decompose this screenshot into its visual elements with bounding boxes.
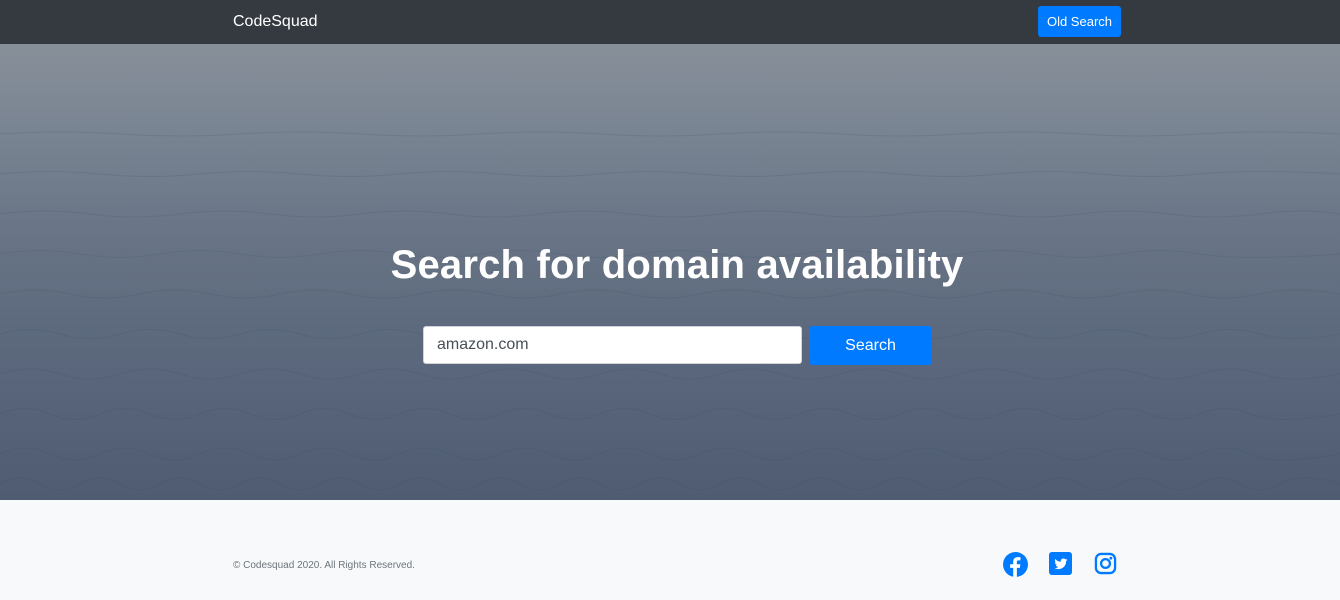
search-button[interactable]: Search	[810, 326, 931, 365]
instagram-icon[interactable]	[1094, 552, 1118, 576]
facebook-icon[interactable]	[1003, 552, 1028, 577]
old-search-button[interactable]: Old Search	[1038, 6, 1121, 37]
hero-section: Search for domain availability Search	[0, 44, 1340, 500]
twitter-icon[interactable]	[1049, 552, 1073, 576]
brand-logo-link[interactable]: CodeSquad	[233, 12, 318, 32]
footer: © Codesquad 2020. All Rights Reserved.	[0, 500, 1340, 600]
hero-title: Search for domain availability	[390, 243, 964, 287]
domain-search-input[interactable]	[423, 326, 802, 364]
navbar: CodeSquad Old Search	[0, 0, 1340, 44]
copyright-text: © Codesquad 2020. All Rights Reserved.	[233, 560, 415, 571]
